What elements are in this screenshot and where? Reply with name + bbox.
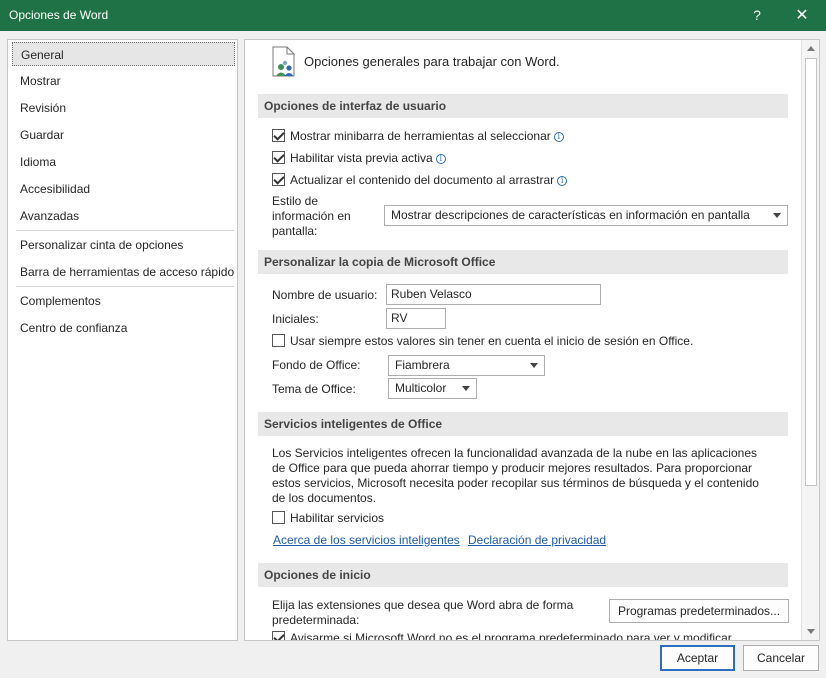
chevron-down-icon: [773, 213, 781, 218]
initials-field[interactable]: RV: [386, 308, 446, 329]
always-use-values-checkbox[interactable]: [272, 334, 285, 347]
always-use-values-label[interactable]: Usar siempre estos valores sin tener en …: [290, 334, 693, 348]
scrollbar-thumb[interactable]: [805, 58, 817, 486]
scroll-up-icon[interactable]: [807, 46, 815, 51]
extensions-text-2: predeterminada:: [272, 613, 360, 627]
nav-item-avanzadas[interactable]: Avanzadas: [12, 204, 235, 228]
title-bar: Opciones de Word ? ✕: [0, 0, 826, 31]
nav-item-barra-acceso-rapido[interactable]: Barra de herramientas de acceso rápido: [12, 260, 235, 284]
office-background-label: Fondo de Office:: [272, 358, 361, 372]
enable-services-label[interactable]: Habilitar servicios: [290, 511, 384, 525]
screentip-style-label-2: información en: [272, 209, 351, 223]
accept-button[interactable]: Aceptar: [660, 645, 735, 671]
about-services-link[interactable]: Acerca de los servicios inteligentes: [273, 533, 460, 547]
notify-default-checkbox[interactable]: [272, 631, 285, 640]
screentip-style-label-1: Estilo de: [272, 194, 319, 208]
username-label: Nombre de usuario:: [272, 288, 378, 302]
nav-item-general[interactable]: General: [12, 42, 235, 66]
minibar-checkbox[interactable]: [272, 129, 285, 142]
office-background-dropdown[interactable]: Fiambrera: [388, 355, 545, 376]
extensions-text-1: Elija las extensiones que desea que Word…: [272, 598, 574, 612]
general-options-icon: [272, 46, 295, 77]
window-title: Opciones de Word: [9, 8, 109, 22]
info-icon[interactable]: i: [553, 132, 564, 142]
nav-item-centro-confianza[interactable]: Centro de confianza: [12, 316, 235, 340]
section-personalize-office: Personalizar la copia de Microsoft Offic…: [258, 250, 788, 274]
section-startup-options: Opciones de inicio: [258, 563, 788, 587]
options-content: Opciones generales para trabajar con Wor…: [244, 39, 820, 641]
vertical-scrollbar[interactable]: [801, 40, 819, 640]
screentip-style-label-3: pantalla:: [272, 224, 318, 238]
scroll-down-icon[interactable]: [807, 629, 815, 634]
services-description: Los Servicios inteligentes ofrecen la fu…: [272, 446, 759, 505]
enable-services-checkbox[interactable]: [272, 511, 285, 524]
initials-label: Iniciales:: [272, 312, 319, 326]
office-theme-value: Multicolor: [395, 381, 447, 395]
help-button[interactable]: ?: [737, 0, 777, 31]
screentip-style-value: Mostrar descripciones de características…: [391, 208, 750, 222]
nav-item-complementos[interactable]: Complementos: [12, 289, 235, 313]
nav-divider: [16, 230, 234, 231]
update-drag-label: Actualizar el contenido del documento al…: [290, 173, 555, 187]
username-field[interactable]: Ruben Velasco: [386, 284, 601, 305]
section-ui-options: Opciones de interfaz de usuario: [258, 94, 788, 118]
office-theme-dropdown[interactable]: Multicolor: [388, 378, 477, 399]
category-nav: General Mostrar Revisión Guardar Idioma …: [7, 39, 238, 641]
section-intelligent-services: Servicios inteligentes de Office: [258, 412, 788, 436]
info-icon[interactable]: i: [435, 154, 446, 164]
info-icon[interactable]: i: [557, 176, 568, 186]
notify-default-label[interactable]: Avisarme si Microsoft Word no es el prog…: [290, 631, 732, 640]
close-button[interactable]: ✕: [782, 0, 822, 31]
nav-item-idioma[interactable]: Idioma: [12, 150, 235, 174]
nav-item-guardar[interactable]: Guardar: [12, 123, 235, 147]
nav-item-accesibilidad[interactable]: Accesibilidad: [12, 177, 235, 201]
cancel-button[interactable]: Cancelar: [743, 645, 819, 671]
minibar-option[interactable]: Mostrar minibarra de herramientas al sel…: [290, 129, 564, 143]
nav-divider: [16, 286, 234, 287]
page-heading: Opciones generales para trabajar con Wor…: [304, 54, 560, 69]
update-drag-option[interactable]: Actualizar el contenido del documento al…: [290, 173, 568, 187]
nav-item-revision[interactable]: Revisión: [12, 96, 235, 120]
default-programs-button[interactable]: Programas predeterminados...: [609, 599, 789, 623]
chevron-down-icon: [530, 363, 538, 368]
office-background-value: Fiambrera: [395, 358, 450, 372]
live-preview-checkbox[interactable]: [272, 151, 285, 164]
minibar-label: Mostrar minibarra de herramientas al sel…: [290, 129, 551, 143]
chevron-down-icon: [462, 386, 470, 391]
screentip-style-dropdown[interactable]: Mostrar descripciones de características…: [384, 205, 788, 226]
nav-item-personalizar-cinta[interactable]: Personalizar cinta de opciones: [12, 233, 235, 257]
update-drag-checkbox[interactable]: [272, 173, 285, 186]
office-theme-label: Tema de Office:: [272, 382, 356, 396]
nav-item-mostrar[interactable]: Mostrar: [12, 69, 235, 93]
live-preview-option[interactable]: Habilitar vista previa activa i: [290, 151, 446, 165]
privacy-statement-link[interactable]: Declaración de privacidad: [468, 533, 606, 547]
live-preview-label: Habilitar vista previa activa: [290, 151, 433, 165]
